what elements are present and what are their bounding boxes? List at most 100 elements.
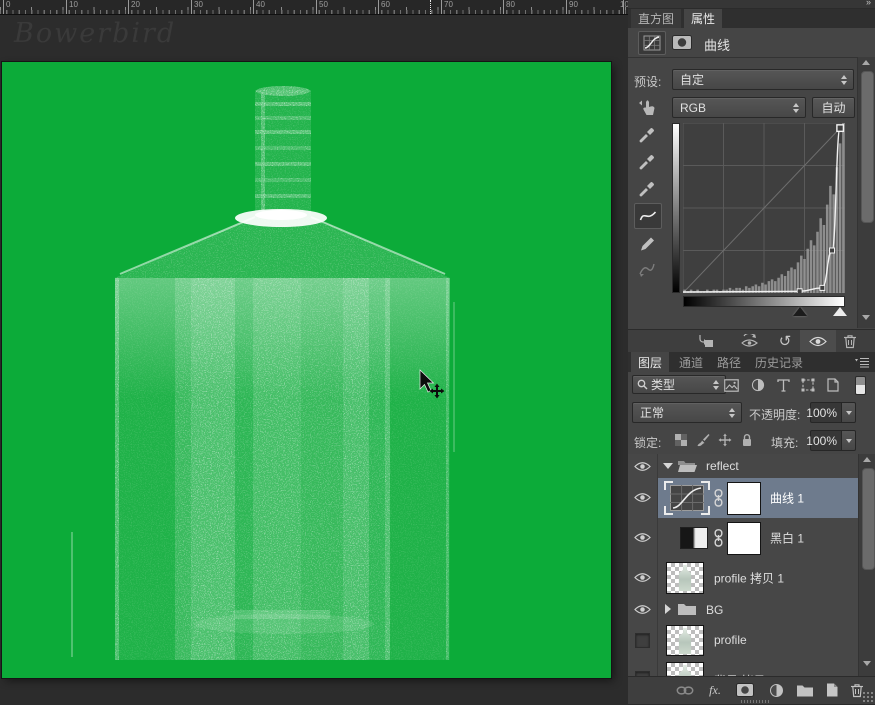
opacity-dropdown-button[interactable] (842, 402, 856, 423)
filter-type-layers-button[interactable] (773, 377, 793, 393)
visibility-cell[interactable] (628, 659, 658, 676)
layer-style-button[interactable]: fx. (704, 681, 726, 699)
tab-layers[interactable]: 图层 (631, 352, 669, 372)
visibility-cell[interactable] (628, 454, 658, 478)
eye-icon[interactable] (634, 604, 651, 615)
channel-dropdown[interactable]: RGB (672, 97, 806, 118)
layer-row-curves-1[interactable]: 曲线 1 (628, 478, 858, 519)
visibility-cell[interactable] (628, 518, 658, 558)
link-layers-button[interactable] (674, 683, 696, 697)
gray-point-eyedropper[interactable] (636, 151, 658, 173)
layers-tabbar: 图层 通道 路径 历史记录 (628, 352, 875, 373)
draw-curve-pencil-tool[interactable] (636, 232, 658, 254)
visibility-empty-checkbox[interactable] (635, 633, 650, 648)
preset-dropdown[interactable]: 自定 (672, 69, 854, 90)
fill-value[interactable]: 100% (810, 430, 842, 451)
layer-row-profile[interactable]: profile (628, 621, 858, 660)
add-layer-mask-button[interactable] (734, 682, 756, 698)
layer-mask-thumbnail[interactable] (727, 482, 761, 515)
mask-link-icon[interactable] (714, 489, 723, 507)
opacity-value[interactable]: 100% (810, 402, 842, 423)
smooth-curve-tool[interactable] (636, 258, 658, 280)
visibility-cell[interactable] (628, 598, 658, 621)
layer-mask-thumbnail[interactable] (727, 522, 761, 555)
curves-editor[interactable] (683, 123, 845, 293)
fill-dropdown-button[interactable] (842, 430, 856, 451)
reset-adjustment-button[interactable]: ↺ (776, 331, 794, 351)
scroll-down-icon[interactable] (862, 315, 870, 320)
scroll-up-icon[interactable] (863, 457, 871, 462)
scrollbar-thumb[interactable] (862, 468, 875, 570)
ruler-cursor-marker (430, 0, 431, 14)
layer-row-black-white-1[interactable]: 黑白 1 (628, 518, 858, 559)
brush-icon (696, 433, 710, 447)
new-group-button[interactable] (794, 682, 816, 698)
view-previous-state-button[interactable] (738, 333, 760, 349)
edit-points-tool[interactable] (634, 203, 662, 229)
delete-adjustment-button[interactable] (841, 332, 859, 350)
scrollbar-thumb[interactable] (861, 71, 874, 223)
filter-shape-layers-button[interactable] (798, 377, 818, 393)
new-adjustment-layer-button[interactable] (766, 682, 786, 698)
eye-icon[interactable] (634, 461, 651, 472)
filter-adjustment-layers-button[interactable] (748, 377, 768, 393)
white-point-eyedropper[interactable] (636, 178, 658, 200)
scroll-down-icon[interactable] (863, 661, 871, 666)
scroll-up-icon[interactable] (862, 60, 870, 65)
lock-pixels-button[interactable] (694, 432, 712, 448)
group-collapsed-icon[interactable] (665, 604, 671, 614)
layer-filtering-toggle[interactable] (855, 376, 866, 395)
mask-link-icon[interactable] (714, 529, 723, 547)
layer-row-profile-copy-1[interactable]: profile 拷贝 1 (628, 558, 858, 599)
auto-button[interactable]: 自动 (812, 97, 855, 118)
layer-thumbnail[interactable] (666, 625, 704, 656)
clip-to-layer-button[interactable] (696, 333, 716, 349)
layer-row-background-copy[interactable]: 背景 拷贝 (628, 659, 858, 676)
black-point-slider[interactable] (793, 307, 807, 316)
lock-position-button[interactable] (716, 432, 734, 448)
eye-icon[interactable] (634, 572, 651, 583)
tab-properties[interactable]: 属性 (684, 9, 722, 28)
layer-thumbnail[interactable] (666, 662, 704, 676)
panel-menu-icon[interactable] (853, 355, 871, 369)
layer-row-group-reflect[interactable]: reflect (628, 454, 858, 479)
collapse-panels-icon[interactable]: » (866, 0, 871, 7)
properties-scrollbar[interactable] (857, 57, 875, 328)
filter-kind-dropdown[interactable]: 类型 (632, 375, 726, 394)
tab-paths[interactable]: 路径 (710, 352, 748, 372)
white-point-slider[interactable] (833, 307, 847, 316)
lock-all-button[interactable] (738, 431, 756, 448)
targeted-adjustment-tool[interactable] (634, 95, 662, 119)
visibility-cell[interactable] (628, 478, 658, 518)
curves-layer-thumbnail[interactable] (670, 485, 704, 511)
curves-adjustment-icon[interactable] (638, 31, 666, 55)
corner-resize-grip[interactable] (862, 691, 874, 703)
ruler-label: 30 (194, 0, 203, 9)
layer-row-group-bg[interactable]: BG (628, 598, 858, 622)
layer-thumbnail[interactable] (666, 562, 704, 594)
bottle-thumbnail-image (679, 628, 692, 654)
visibility-cell[interactable] (628, 621, 658, 659)
blend-mode-dropdown[interactable]: 正常 (632, 402, 742, 423)
preset-label: 预设: (634, 73, 661, 90)
group-expand-icon[interactable] (663, 463, 673, 469)
new-layer-button[interactable] (822, 681, 842, 699)
lock-transparency-button[interactable] (672, 432, 690, 448)
eye-icon[interactable] (634, 492, 651, 503)
tab-histogram[interactable]: 直方图 (631, 9, 681, 28)
filter-pixel-layers-button[interactable] (721, 377, 741, 393)
mask-properties-icon[interactable] (670, 32, 694, 52)
visibility-cell[interactable] (628, 558, 658, 598)
folder-open-icon (677, 459, 698, 473)
horizontal-ruler[interactable]: 0 10 20 30 40 50 60 70 80 90 10 (0, 0, 628, 15)
tab-history[interactable]: 历史记录 (748, 352, 810, 372)
tab-channels[interactable]: 通道 (672, 352, 710, 372)
layers-scrollbar[interactable] (858, 454, 875, 676)
eye-icon[interactable] (634, 532, 651, 543)
artboard-green-canvas[interactable] (2, 62, 611, 678)
black-white-layer-thumbnail[interactable] (680, 527, 708, 549)
properties-header: 曲线 (628, 28, 875, 58)
layer-visibility-button[interactable] (800, 330, 836, 352)
black-point-eyedropper[interactable] (636, 124, 658, 146)
filter-smart-objects-button[interactable] (823, 377, 843, 393)
